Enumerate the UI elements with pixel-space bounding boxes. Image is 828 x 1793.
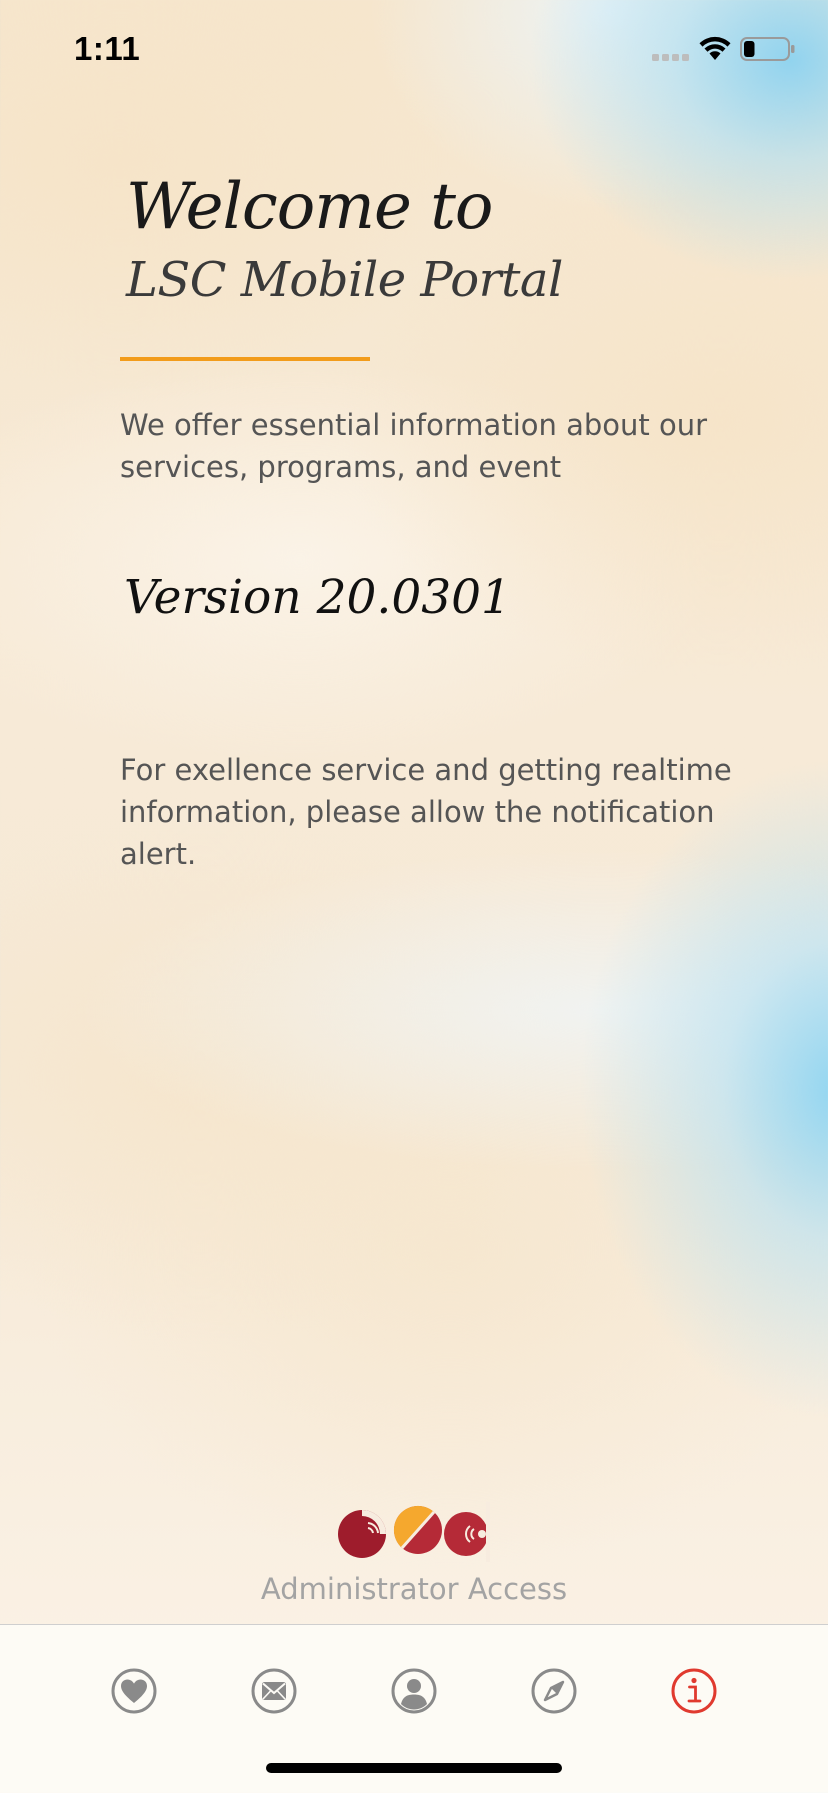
tab-profile[interactable]	[390, 1667, 438, 1715]
administrator-access-link[interactable]: Administrator Access	[0, 1572, 828, 1606]
person-icon	[391, 1668, 437, 1714]
compass-icon	[531, 1668, 577, 1714]
status-time: 1:11	[74, 30, 141, 67]
intro-text: We offer essential information about our…	[120, 408, 708, 484]
lsc-logo-icon[interactable]	[336, 1502, 490, 1562]
tab-favorites[interactable]	[110, 1667, 158, 1715]
tab-info[interactable]	[670, 1667, 718, 1715]
battery-icon	[740, 37, 795, 61]
tab-messages[interactable]	[250, 1667, 298, 1715]
envelope-icon	[251, 1668, 297, 1714]
home-indicator[interactable]	[266, 1763, 562, 1773]
wifi-icon	[699, 36, 731, 60]
portal-name-heading: LSC Mobile Portal	[126, 252, 563, 308]
status-bar: 1:11	[0, 0, 828, 100]
info-icon	[671, 1668, 717, 1714]
cellular-signal-icon	[652, 54, 689, 61]
notification-message: For exellence service and getting realti…	[120, 753, 732, 871]
heart-icon	[111, 1668, 157, 1714]
welcome-heading: Welcome to	[126, 170, 493, 244]
tab-explore[interactable]	[530, 1667, 578, 1715]
version-label: Version 20.0301	[124, 570, 511, 625]
accent-divider	[120, 357, 370, 361]
